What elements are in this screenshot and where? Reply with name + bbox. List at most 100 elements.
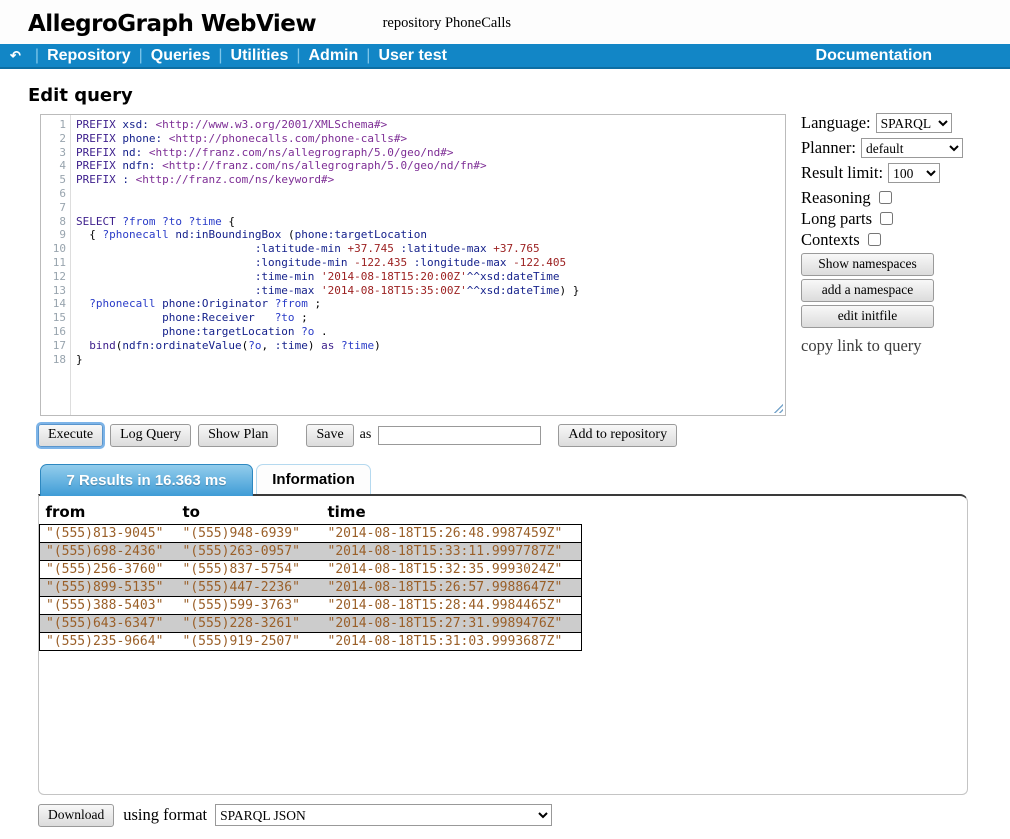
- result-cell: "(555)837-5754": [177, 561, 322, 579]
- result-cell: "(555)388-5403": [40, 597, 177, 615]
- editor-code-line: phone:targetLocation ?o .: [76, 325, 785, 339]
- table-row: "(555)235-9664""(555)919-2507""2014-08-1…: [40, 633, 582, 651]
- query-actions: Execute Log Query Show Plan Save as Add …: [38, 423, 1010, 447]
- page-title: Edit query: [28, 85, 1010, 106]
- editor-code-line: PREFIX : <http://franz.com/ns/keyword#>: [76, 173, 785, 187]
- editor-line-number: 10: [41, 242, 66, 256]
- save-name-input[interactable]: [378, 426, 541, 445]
- show-namespaces-button[interactable]: Show namespaces: [801, 253, 934, 276]
- editor-line-number: 3: [41, 146, 66, 160]
- editor-code-line: ?phonecall phone:Originator ?from ;: [76, 297, 785, 311]
- result-cell: "2014-08-18T15:31:03.9993687Z": [322, 633, 582, 651]
- nav-item-admin[interactable]: Admin: [309, 47, 359, 65]
- language-select[interactable]: SPARQL: [876, 113, 952, 133]
- planner-row: Planner: default: [801, 137, 1006, 159]
- table-row: "(555)899-5135""(555)447-2236""2014-08-1…: [40, 579, 582, 597]
- editor-line-number: 5: [41, 173, 66, 187]
- result-cell: "(555)447-2236": [177, 579, 322, 597]
- editor-line-number: 13: [41, 284, 66, 298]
- results-body: "(555)813-9045""(555)948-6939""2014-08-1…: [40, 525, 582, 651]
- editor-code-line: :longitude-min -122.435 :longitude-max -…: [76, 256, 785, 270]
- editor-code[interactable]: PREFIX xsd: <http://www.w3.org/2001/XMLS…: [71, 115, 785, 415]
- planner-select[interactable]: default: [861, 138, 963, 158]
- table-row: "(555)813-9045""(555)948-6939""2014-08-1…: [40, 525, 582, 543]
- results-panel: fromtotime "(555)813-9045""(555)948-6939…: [38, 494, 968, 795]
- result-cell: "2014-08-18T15:27:31.9989476Z": [322, 615, 582, 633]
- editor-code-line: :latitude-min +37.745 :latitude-max +37.…: [76, 242, 785, 256]
- nav-separator: |: [296, 47, 300, 65]
- download-button[interactable]: Download: [38, 804, 114, 827]
- result-cell: "2014-08-18T15:32:35.9993024Z": [322, 561, 582, 579]
- download-format-select[interactable]: SPARQL JSON: [215, 804, 552, 826]
- app-header: AllegroGraph WebView repository PhoneCal…: [0, 0, 1010, 44]
- add-to-repository-button[interactable]: Add to repository: [558, 424, 677, 447]
- column-header-to[interactable]: to: [177, 501, 322, 525]
- editor-line-number: 14: [41, 297, 66, 311]
- back-arrow-icon[interactable]: ↶: [10, 48, 21, 64]
- contexts-label: Contexts: [801, 230, 860, 250]
- results-header-row: fromtotime: [40, 501, 582, 525]
- query-options-panel: Language: SPARQL Planner: default Result…: [801, 112, 1006, 356]
- repository-indicator: repository PhoneCalls: [383, 15, 511, 32]
- main-navbar: ↶ | Repository|Queries|Utilities|Admin|U…: [0, 44, 1010, 69]
- results-table: fromtotime "(555)813-9045""(555)948-6939…: [39, 501, 582, 651]
- result-cell: "2014-08-18T15:28:44.9984465Z": [322, 597, 582, 615]
- repository-label: repository: [383, 15, 442, 31]
- editor-line-number: 9: [41, 228, 66, 242]
- table-row: "(555)643-6347""(555)228-3261""2014-08-1…: [40, 615, 582, 633]
- editor-code-line: { ?phonecall nd:inBoundingBox (phone:tar…: [76, 228, 785, 242]
- editor-line-number: 16: [41, 325, 66, 339]
- column-header-from[interactable]: from: [40, 501, 177, 525]
- add-a-namespace-button[interactable]: add a namespace: [801, 279, 934, 302]
- editor-code-line: PREFIX ndfn: <http://franz.com/ns/allegr…: [76, 159, 785, 173]
- editor-line-number: 6: [41, 187, 66, 201]
- long-parts-checkbox[interactable]: [880, 212, 893, 225]
- save-button[interactable]: Save: [306, 424, 353, 447]
- long-parts-row: Long parts: [801, 208, 1006, 229]
- result-limit-label: Result limit:: [801, 163, 883, 183]
- reasoning-checkbox[interactable]: [879, 191, 892, 204]
- repository-name[interactable]: PhoneCalls: [445, 15, 511, 31]
- editor-code-line: SELECT ?from ?to ?time {: [76, 215, 785, 229]
- editor-code-line: :time-min '2014-08-18T15:20:00Z'^^xsd:da…: [76, 270, 785, 284]
- result-cell: "(555)948-6939": [177, 525, 322, 543]
- nav-item-repository[interactable]: Repository: [47, 47, 131, 65]
- result-limit-select[interactable]: 100: [888, 163, 940, 183]
- query-editor[interactable]: 123456789101112131415161718 PREFIX xsd: …: [40, 114, 786, 416]
- editor-code-line: bind(ndfn:ordinateValue(?o, :time) as ?t…: [76, 339, 785, 353]
- editor-line-number: 12: [41, 270, 66, 284]
- information-tab[interactable]: Information: [256, 464, 371, 494]
- result-cell: "(555)256-3760": [40, 561, 177, 579]
- contexts-checkbox[interactable]: [868, 233, 881, 246]
- editor-code-line: PREFIX xsd: <http://www.w3.org/2001/XMLS…: [76, 118, 785, 132]
- execute-button[interactable]: Execute: [38, 424, 103, 447]
- column-header-time[interactable]: time: [322, 501, 582, 525]
- contexts-row: Contexts: [801, 229, 1006, 250]
- nav-item-utilities[interactable]: Utilities: [231, 47, 289, 65]
- show-plan-button[interactable]: Show Plan: [198, 424, 278, 447]
- result-cell: "(555)599-3763": [177, 597, 322, 615]
- nav-item-queries[interactable]: Queries: [151, 47, 211, 65]
- nav-item-user-test[interactable]: User test: [378, 47, 446, 65]
- table-row: "(555)388-5403""(555)599-3763""2014-08-1…: [40, 597, 582, 615]
- log-query-button[interactable]: Log Query: [110, 424, 191, 447]
- editor-code-line: :time-max '2014-08-18T15:35:00Z'^^xsd:da…: [76, 284, 785, 298]
- editor-code-line: PREFIX phone: <http://phonecalls.com/pho…: [76, 132, 785, 146]
- nav-item-documentation[interactable]: Documentation: [816, 47, 932, 65]
- app-title: AllegroGraph WebView: [28, 11, 316, 37]
- result-cell: "(555)263-0957": [177, 543, 322, 561]
- editor-code-line: [76, 201, 785, 215]
- result-cell: "(555)643-6347": [40, 615, 177, 633]
- results-tab[interactable]: 7 Results in 16.363 ms: [40, 464, 253, 496]
- option-checkboxes: ReasoningLong partsContexts: [801, 187, 1006, 250]
- editor-code-line: phone:Receiver ?to ;: [76, 311, 785, 325]
- nav-separator: |: [366, 47, 370, 65]
- result-limit-row: Result limit: 100: [801, 162, 1006, 184]
- edit-initfile-button[interactable]: edit initfile: [801, 305, 934, 328]
- download-row: Download using format SPARQL JSON: [38, 803, 1010, 827]
- copy-link-to-query[interactable]: copy link to query: [801, 336, 1006, 356]
- result-cell: "2014-08-18T15:26:48.9987459Z": [322, 525, 582, 543]
- table-row: "(555)256-3760""(555)837-5754""2014-08-1…: [40, 561, 582, 579]
- editor-line-numbers: 123456789101112131415161718: [41, 115, 71, 415]
- nav-separator: |: [35, 47, 39, 65]
